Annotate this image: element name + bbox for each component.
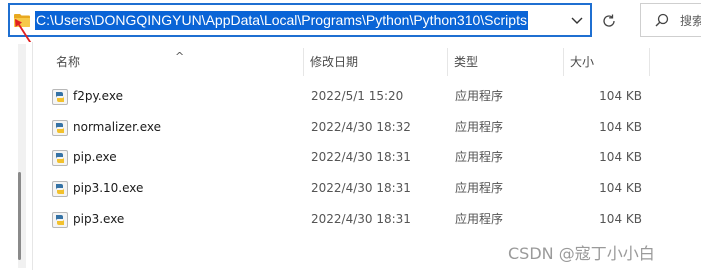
column-header-type[interactable]: 类型 [448, 48, 564, 76]
file-size: 104 KB [599, 212, 642, 226]
column-header-size[interactable]: 大小 [564, 48, 650, 76]
file-row[interactable]: f2py.exe 2022/5/1 15:20 应用程序 104 KB [50, 81, 701, 112]
search-placeholder: 搜索 [680, 14, 701, 28]
file-name: pip3.10.exe [73, 181, 144, 195]
sort-ascending-icon: ^ [175, 50, 185, 63]
column-size-label: 大小 [570, 55, 595, 69]
file-row[interactable]: pip3.10.exe 2022/4/30 18:31 应用程序 104 KB [50, 173, 701, 204]
file-date: 2022/5/1 15:20 [311, 89, 404, 103]
file-type: 应用程序 [455, 212, 504, 226]
file-type: 应用程序 [455, 89, 504, 103]
file-size: 104 KB [599, 120, 642, 134]
column-header-date[interactable]: 修改日期 [304, 48, 448, 76]
file-name: normalizer.exe [73, 120, 161, 134]
file-row[interactable]: pip.exe 2022/4/30 18:31 应用程序 104 KB [50, 142, 701, 173]
file-date: 2022/4/30 18:32 [311, 120, 411, 134]
nav-scrollbar-thumb[interactable] [18, 172, 21, 260]
watermark: CSDN @寇丁小小白 [508, 244, 655, 263]
python-exe-icon [52, 149, 68, 166]
file-name: f2py.exe [73, 89, 123, 103]
refresh-icon [603, 14, 615, 27]
search-icon [655, 13, 669, 27]
column-date-label: 修改日期 [310, 55, 359, 69]
file-row[interactable]: normalizer.exe 2022/4/30 18:32 应用程序 104 … [50, 112, 701, 143]
file-date: 2022/4/30 18:31 [311, 150, 411, 164]
column-name-label: 名称 [56, 55, 81, 69]
file-date: 2022/4/30 18:31 [311, 181, 411, 195]
file-size: 104 KB [599, 150, 642, 164]
python-exe-icon [52, 88, 68, 105]
column-header-name[interactable]: 名称 ^ [50, 48, 304, 76]
file-type: 应用程序 [455, 181, 504, 195]
file-date: 2022/4/30 18:31 [311, 212, 411, 226]
python-exe-icon [52, 119, 68, 136]
file-type: 应用程序 [455, 150, 504, 164]
column-type-label: 类型 [454, 55, 479, 69]
file-row[interactable]: pip3.exe 2022/4/30 18:31 应用程序 104 KB [50, 204, 701, 235]
python-exe-icon [52, 180, 68, 197]
file-name: pip.exe [73, 150, 117, 164]
file-size: 104 KB [599, 181, 642, 195]
navigation-pane [0, 42, 33, 270]
address-bar[interactable]: C:\Users\DONGQINGYUN\AppData\Local\Progr… [8, 3, 592, 37]
chevron-down-icon [571, 17, 583, 24]
file-size: 104 KB [599, 89, 642, 103]
python-exe-icon [52, 211, 68, 228]
column-header: 名称 ^ 修改日期 类型 大小 [50, 48, 701, 76]
search-box[interactable]: 搜索 [640, 3, 701, 37]
address-path[interactable]: C:\Users\DONGQINGYUN\AppData\Local\Progr… [35, 11, 528, 30]
address-dropdown-button[interactable] [566, 9, 588, 33]
address-bar-row: C:\Users\DONGQINGYUN\AppData\Local\Progr… [0, 0, 701, 42]
file-type: 应用程序 [455, 120, 504, 134]
file-name: pip3.exe [73, 212, 125, 226]
refresh-button[interactable] [594, 6, 624, 36]
